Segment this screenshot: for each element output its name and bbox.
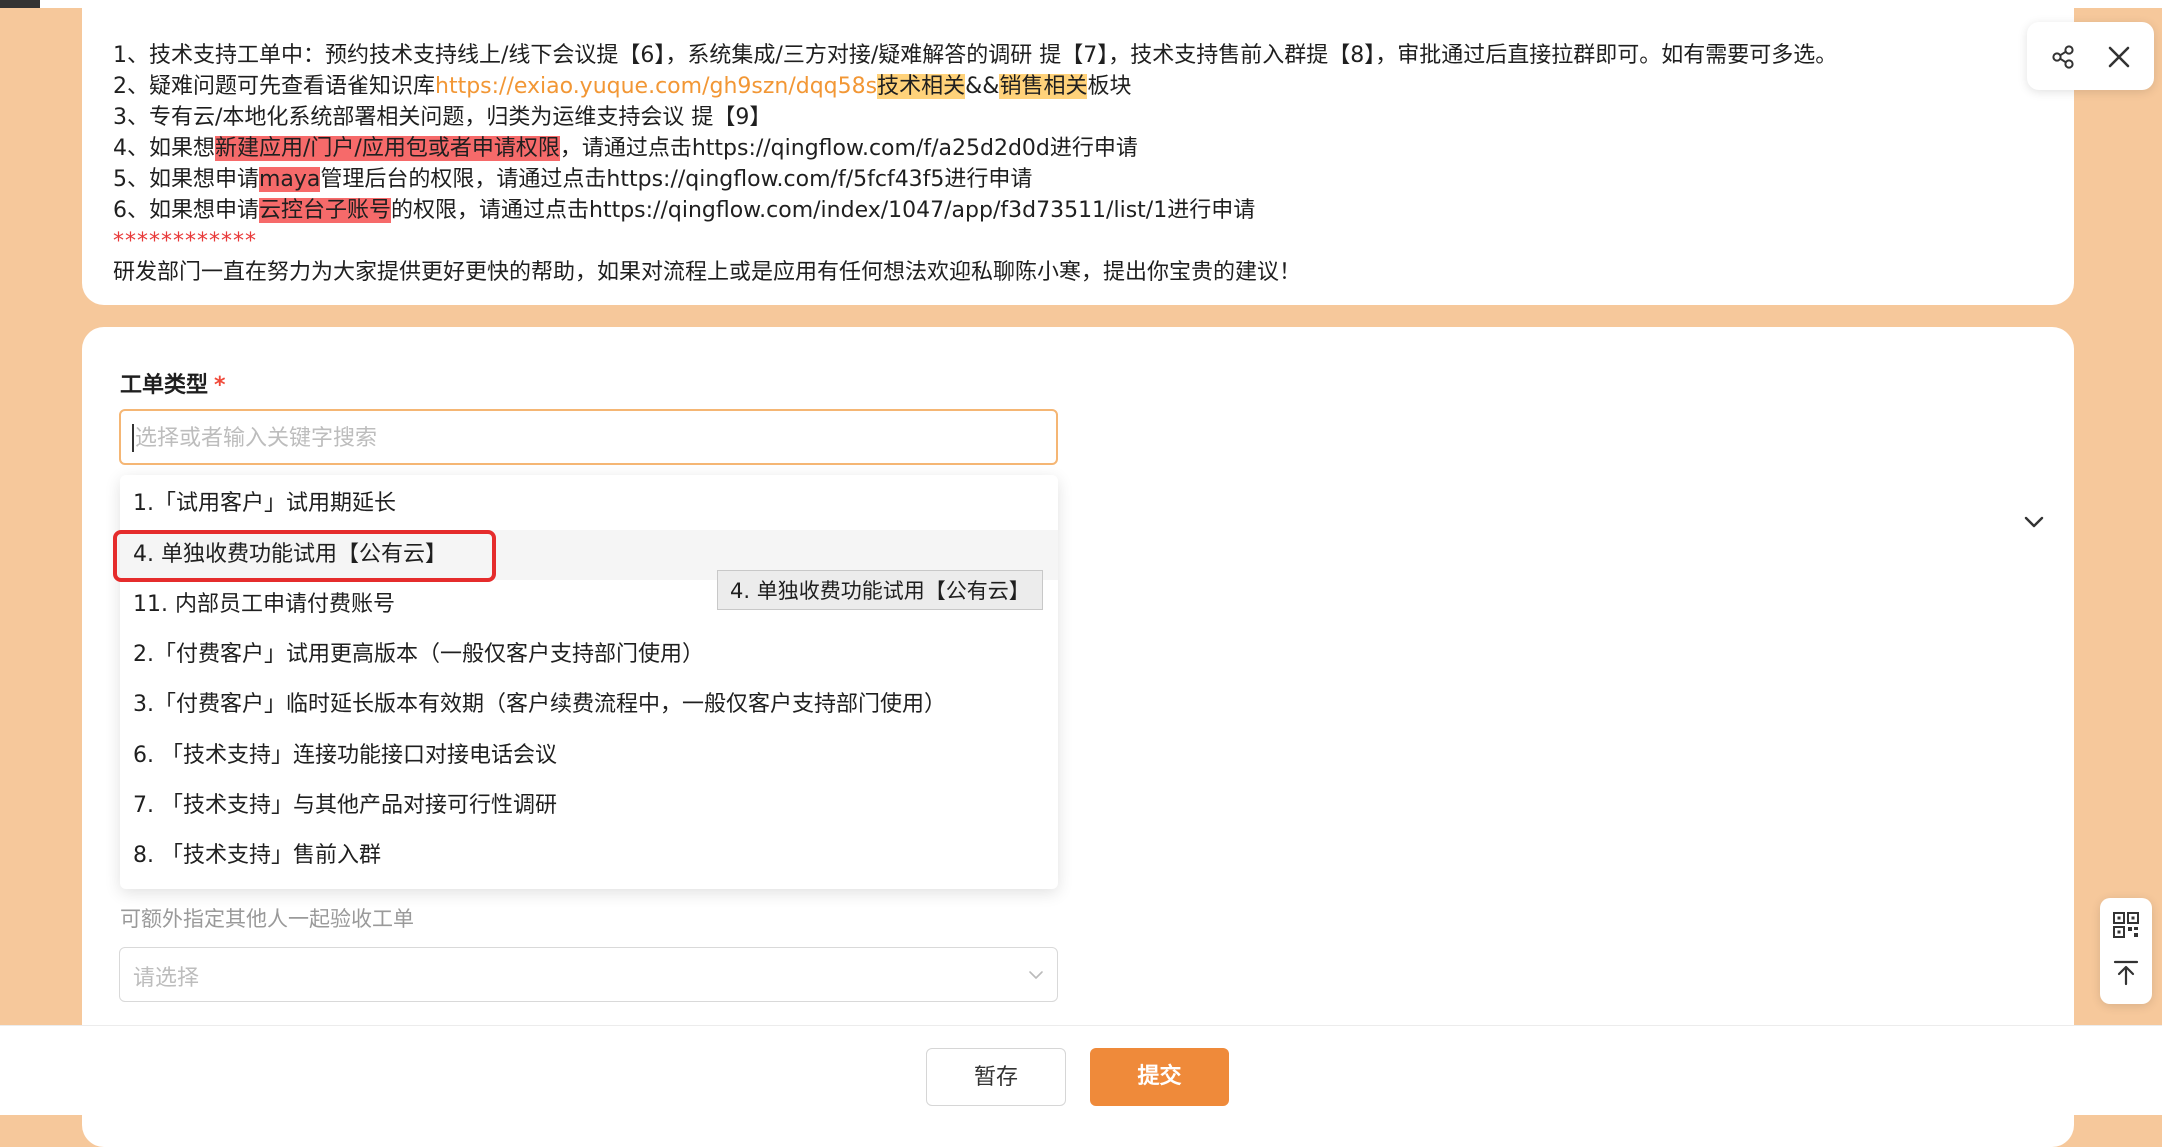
text-caret (132, 424, 134, 452)
dropdown-option[interactable]: 7. 「技术支持」与其他产品对接可行性调研 (120, 781, 1058, 831)
note-closing: 研发部门一直在努力为大家提供更好更快的帮助，如果对流程上或是应用有任何想法欢迎私… (113, 260, 1302, 285)
back-to-top-icon[interactable] (2111, 958, 2141, 988)
extra-acceptor-placeholder: 请选择 (133, 966, 200, 991)
selection-highlight-box (113, 530, 496, 582)
select-chevron-icon (1029, 971, 1043, 979)
footer-bar (0, 1025, 2162, 1115)
highlight-sales: 销售相关 (999, 74, 1088, 99)
extra-acceptor-select[interactable]: 请选择 (119, 947, 1058, 1002)
chevron-down-icon[interactable] (2022, 510, 2046, 534)
option-tooltip: 4. 单独收费功能试用【公有云】 (717, 570, 1043, 610)
note-line-3-text: 3、专有云/本地化系统部署相关问题，归类为运维支持会议 提【9】 (113, 105, 772, 130)
ticket-type-label-text: 工单类型 (120, 373, 209, 398)
close-icon[interactable] (2104, 42, 2134, 72)
save-draft-button[interactable]: 暂存 (926, 1048, 1066, 1106)
note-line-1: 1、技术支持工单中：预约技术支持线上/线下会议提【6】，系统集成/三方对接/疑难… (113, 40, 1837, 71)
dropdown-option[interactable]: 2.「付费客户」试用更高版本（一般仅客户支持部门使用） (120, 630, 1058, 680)
share-icon[interactable] (2048, 42, 2078, 72)
highlight-subaccount: 云控台子账号 (259, 198, 392, 223)
note-line-4-suffix: ，请通过点击https://qingflow.com/f/a25d2d0d进行申… (559, 136, 1138, 161)
highlight-maya: maya (259, 167, 321, 192)
note-line-6-prefix: 6、如果想申请 (113, 198, 259, 223)
note-line-5-prefix: 5、如果想申请 (113, 167, 259, 192)
note-line-6-suffix: 的权限，请通过点击https://qingflow.com/index/1047… (391, 198, 1256, 223)
note-line-2-amp: && (965, 74, 1000, 99)
required-mark: * (214, 373, 226, 398)
highlight-new-app: 新建应用/门户/应用包或者申请权限 (215, 136, 560, 161)
note-line-3: 3、专有云/本地化系统部署相关问题，归类为运维支持会议 提【9】 (113, 102, 1837, 133)
note-line-5: 5、如果想申请maya管理后台的权限，请通过点击https://qingflow… (113, 164, 1837, 195)
highlight-tech: 技术相关 (877, 74, 966, 99)
note-line-5-suffix: 管理后台的权限，请通过点击https://qingflow.com/f/5fcf… (320, 167, 1033, 192)
note-line-4-prefix: 4、如果想 (113, 136, 215, 161)
notes-text: 1、技术支持工单中：预约技术支持线上/线下会议提【6】，系统集成/三方对接/疑难… (113, 40, 1837, 288)
note-line-2-suffix: 板块 (1087, 74, 1132, 99)
note-separator-stars: ************ (113, 229, 257, 254)
qrcode-icon[interactable] (2111, 910, 2141, 940)
note-line-6: 6、如果想申请云控台子账号的权限，请通过点击https://qingflow.c… (113, 195, 1837, 226)
dropdown-option[interactable]: 8. 「技术支持」售前入群 (120, 831, 1058, 881)
ticket-type-label: 工单类型 * (120, 367, 226, 399)
note-line-2-prefix: 2、疑难问题可先查看语雀知识库 (113, 74, 435, 99)
extra-acceptor-label: 可额外指定其他人一起验收工单 (120, 907, 414, 931)
dropdown-option[interactable]: 6. 「技术支持」连接功能接口对接电话会议 (120, 731, 1058, 781)
header-actions (2027, 22, 2154, 90)
dropdown-option[interactable]: 1.「试用客户」试用期延长 (120, 479, 1058, 529)
ticket-type-search[interactable] (119, 409, 1058, 465)
yuque-link[interactable]: https://exiao.yuque.com/gh9szn/dqq58s (435, 74, 877, 99)
dropdown-option[interactable]: 3.「付费客户」临时延长版本有效期（客户续费流程中，一般仅客户支持部门使用） (120, 680, 1058, 730)
note-line-2: 2、疑难问题可先查看语雀知识库https://exiao.yuque.com/g… (113, 71, 1837, 102)
side-tools (2100, 898, 2152, 1004)
note-line-4: 4、如果想新建应用/门户/应用包或者申请权限，请通过点击https://qing… (113, 133, 1837, 164)
window-top-strip-dark (0, 0, 40, 8)
ticket-type-search-input[interactable] (133, 419, 1037, 457)
submit-button[interactable]: 提交 (1090, 1048, 1229, 1106)
note-line-1-text: 1、技术支持工单中：预约技术支持线上/线下会议提【6】，系统集成/三方对接/疑难… (113, 43, 1838, 68)
